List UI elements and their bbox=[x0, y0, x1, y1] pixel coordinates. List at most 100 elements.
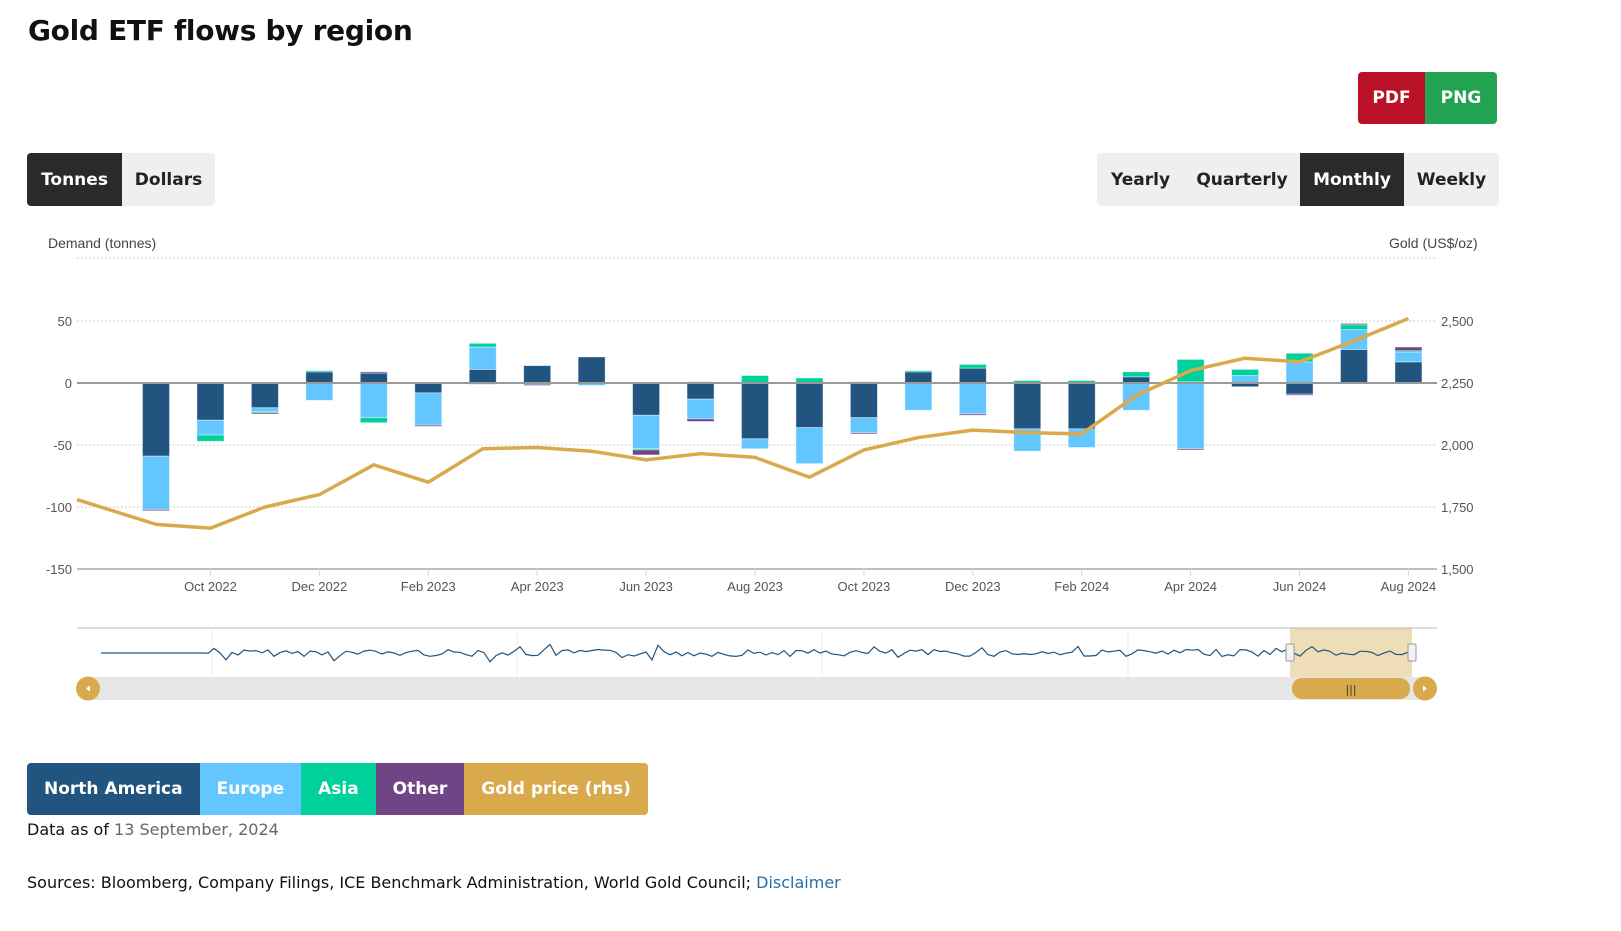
bar-segment-north-america bbox=[577, 356, 606, 384]
x-axis: Oct 2022 Dec 2022 Feb 2023 Apr 2023 Jun 2023… bbox=[184, 568, 1436, 594]
bar-segment-other bbox=[686, 418, 715, 422]
legend-item-asia[interactable]: Asia bbox=[301, 763, 376, 815]
bar-segment-other bbox=[958, 413, 987, 416]
bar-segment-europe bbox=[1394, 351, 1423, 363]
asof-label: Data as of bbox=[27, 820, 109, 839]
x-tick-label: Apr 2024 bbox=[1164, 579, 1217, 594]
bar-segment-asia bbox=[1231, 368, 1259, 376]
bar-segment-europe bbox=[1231, 375, 1259, 384]
y-axis-title-right: Gold (US$/oz) bbox=[1389, 235, 1478, 251]
y-tick-label: -100 bbox=[46, 500, 72, 515]
navigator-series bbox=[101, 643, 1409, 663]
bar-segment-north-america bbox=[632, 382, 660, 416]
y-axis-left: -150 -100 -50 0 50 bbox=[46, 314, 72, 577]
bar-segment-europe bbox=[741, 438, 769, 450]
chart: -150 -100 -50 0 50 1,500 1,750 2,000 2,250 2,500… bbox=[46, 257, 1474, 701]
bar-segment-asia bbox=[1122, 371, 1151, 378]
y-tick-label: 50 bbox=[58, 314, 72, 329]
x-tick-label: Jun 2024 bbox=[1273, 579, 1327, 594]
tab-tonnes[interactable]: Tonnes bbox=[27, 153, 122, 206]
export-buttons: PDF PNG bbox=[1358, 72, 1497, 124]
bar-segment-north-america bbox=[850, 382, 878, 419]
data-as-of: Data as of 13 September, 2024 bbox=[27, 820, 279, 839]
bar-segment-north-america bbox=[904, 371, 933, 384]
bar-segment-asia bbox=[958, 364, 987, 369]
export-png-button[interactable]: PNG bbox=[1425, 72, 1497, 124]
export-pdf-button[interactable]: PDF bbox=[1358, 72, 1425, 124]
y-tick-label: -150 bbox=[46, 562, 72, 577]
navigator-handle-right[interactable] bbox=[1407, 643, 1417, 662]
asof-date: 13 September, 2024 bbox=[114, 820, 279, 839]
scrollbar-grip-icon: ||| bbox=[1345, 683, 1356, 696]
x-tick-label: Feb 2023 bbox=[401, 579, 456, 594]
bar-segment-north-america bbox=[795, 382, 824, 429]
period-toggle: Yearly Quarterly Monthly Weekly bbox=[1097, 153, 1499, 206]
tab-yearly[interactable]: Yearly bbox=[1097, 153, 1184, 206]
bar-segment-other bbox=[1394, 346, 1423, 352]
bar-segment-europe bbox=[305, 382, 334, 401]
bar-segment-other bbox=[414, 424, 443, 427]
x-tick-label: Dec 2022 bbox=[292, 579, 348, 594]
tab-dollars[interactable]: Dollars bbox=[122, 153, 215, 206]
bar-segment-europe bbox=[850, 417, 878, 434]
x-tick-label: Oct 2023 bbox=[838, 579, 891, 594]
tab-weekly[interactable]: Weekly bbox=[1404, 153, 1499, 206]
bar-segment-north-america bbox=[1067, 382, 1096, 430]
bar-segment-europe bbox=[251, 407, 279, 412]
bar-segment-europe bbox=[414, 392, 443, 426]
bar-segment-other bbox=[251, 412, 279, 415]
bar-segment-north-america bbox=[196, 382, 225, 421]
page-title: Gold ETF flows by region bbox=[28, 14, 413, 47]
disclaimer-link[interactable]: Disclaimer bbox=[756, 873, 841, 892]
bar-segment-europe bbox=[1067, 428, 1096, 448]
bar-segment-north-america bbox=[142, 382, 170, 457]
bar-segment-europe bbox=[904, 382, 933, 411]
bar-segment-europe bbox=[468, 346, 497, 370]
legend-item-north-america[interactable]: North America bbox=[27, 763, 200, 815]
bar-segment-asia bbox=[1340, 324, 1368, 331]
x-tick-label: Feb 2024 bbox=[1054, 579, 1109, 594]
y2-tick-label: 1,750 bbox=[1441, 500, 1474, 515]
bar-segment-other bbox=[632, 449, 660, 456]
tab-monthly[interactable]: Monthly bbox=[1300, 153, 1404, 206]
navigator-handle-left[interactable] bbox=[1285, 643, 1295, 662]
bar-segment-north-america bbox=[741, 382, 769, 440]
legend-item-europe[interactable]: Europe bbox=[199, 763, 302, 815]
tab-quarterly[interactable]: Quarterly bbox=[1184, 153, 1300, 206]
bar-segment-north-america bbox=[958, 367, 987, 384]
bar-segment-asia bbox=[468, 342, 497, 348]
legend: North America Europe Asia Other Gold pri… bbox=[27, 763, 648, 815]
bar-segment-asia bbox=[196, 434, 225, 442]
bar-segment-north-america bbox=[1340, 349, 1368, 384]
bars bbox=[142, 323, 1423, 512]
y-axis-right: 1,500 1,750 2,000 2,250 2,500 bbox=[1441, 314, 1474, 577]
bar-segment-other bbox=[850, 432, 878, 435]
bar-segment-north-america bbox=[523, 365, 552, 384]
bar-segment-north-america bbox=[468, 368, 497, 384]
legend-item-gold-price[interactable]: Gold price (rhs) bbox=[464, 763, 648, 815]
x-tick-label: Aug 2023 bbox=[727, 579, 783, 594]
y2-tick-label: 2,000 bbox=[1441, 438, 1474, 453]
bar-segment-other bbox=[142, 509, 170, 512]
bar-segment-other bbox=[1340, 323, 1368, 326]
scrollbar-track bbox=[88, 677, 1426, 700]
x-tick-label: Jun 2023 bbox=[619, 579, 673, 594]
bar-segment-asia bbox=[305, 370, 334, 373]
sources: Sources: Bloomberg, Company Filings, ICE… bbox=[27, 873, 841, 892]
y-axis-title-left: Demand (tonnes) bbox=[48, 235, 157, 251]
bar-segment-europe bbox=[686, 398, 715, 420]
y2-tick-label: 1,500 bbox=[1441, 562, 1474, 577]
bar-segment-north-america bbox=[1013, 382, 1042, 430]
x-tick-label: Apr 2023 bbox=[511, 579, 564, 594]
bar-segment-europe bbox=[795, 427, 824, 464]
bar-segment-europe bbox=[632, 414, 660, 450]
y-tick-label: 0 bbox=[65, 376, 72, 391]
sources-text: Sources: Bloomberg, Company Filings, ICE… bbox=[27, 873, 752, 892]
bar-segment-europe bbox=[196, 419, 225, 436]
legend-item-other[interactable]: Other bbox=[375, 763, 465, 815]
bar-segment-north-america bbox=[1285, 382, 1314, 395]
bar-segment-asia bbox=[741, 375, 769, 384]
bar-segment-north-america bbox=[305, 371, 334, 384]
unit-toggle: Tonnes Dollars bbox=[27, 153, 215, 206]
bar-segment-europe bbox=[1285, 361, 1314, 384]
